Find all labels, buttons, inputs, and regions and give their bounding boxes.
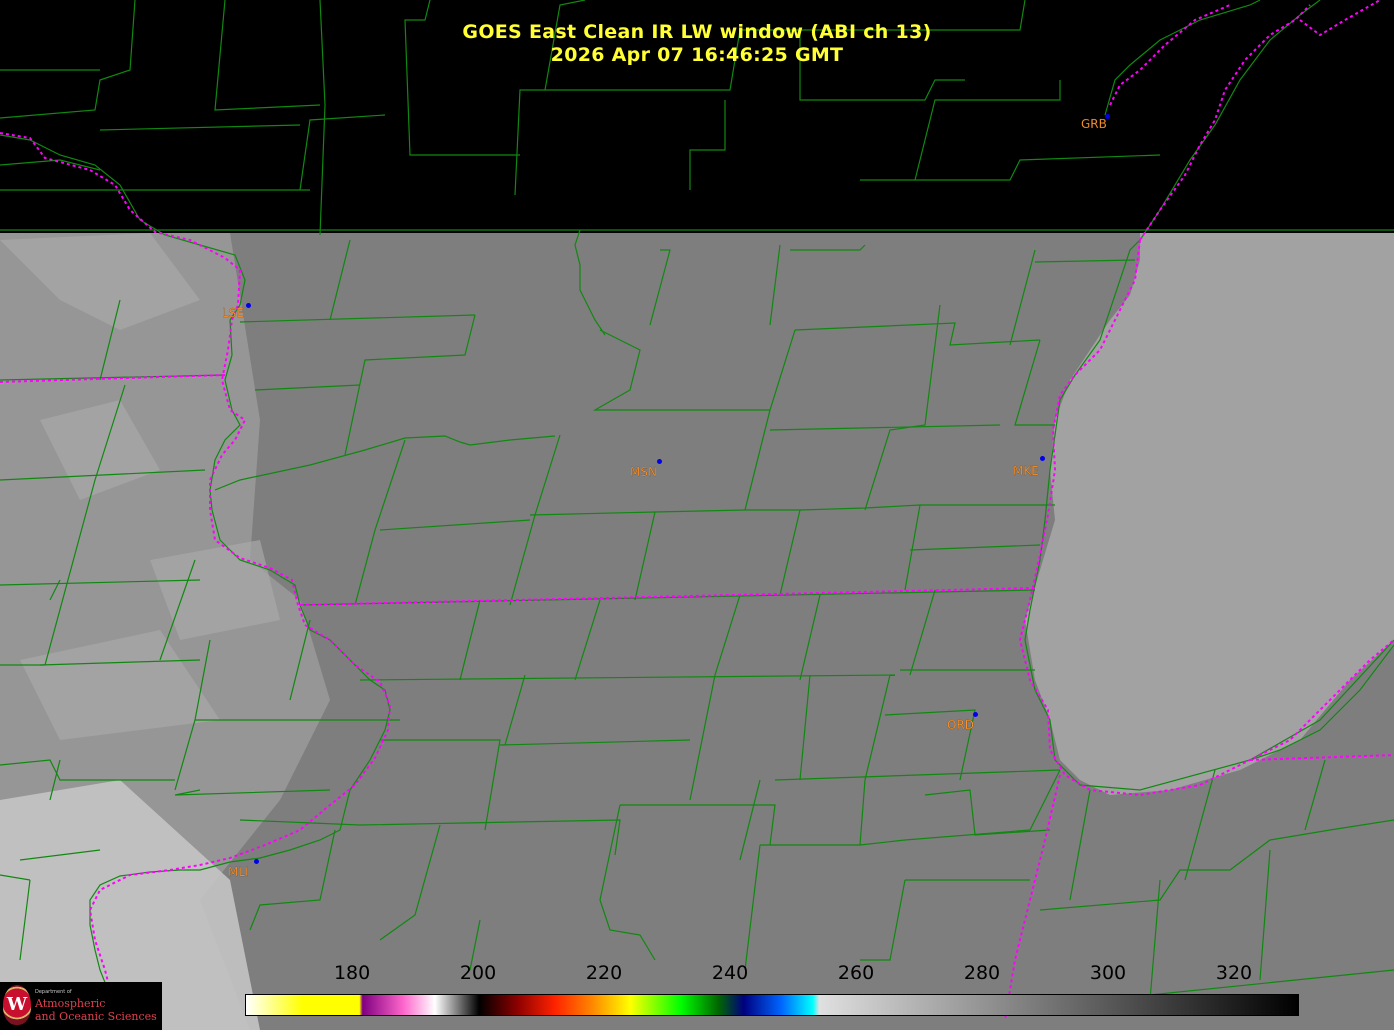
satellite-map [0, 0, 1394, 1030]
colorbar-tick-300: 300 [1089, 962, 1127, 984]
station-label-mli: MLI [228, 865, 249, 879]
logo-line-2: and Oceanic Sciences [35, 1010, 157, 1023]
colorbar-tick-180: 180 [333, 962, 371, 984]
station-label-msn: MSN [630, 465, 657, 479]
colorbar-tick-260: 260 [837, 962, 875, 984]
station-dot-mli [254, 859, 259, 864]
station-label-lse: LSE [222, 306, 244, 320]
station-dot-msn [657, 459, 662, 464]
logo-dept: Department of [35, 989, 72, 995]
colorbar-tick-320: 320 [1215, 962, 1253, 984]
aos-logo: W Department of Atmospheric and Oceanic … [0, 982, 162, 1030]
colorbar-tick-280: 280 [963, 962, 1001, 984]
uw-seal-icon: W [3, 985, 31, 1025]
station-dot-mke [1040, 456, 1045, 461]
title-line-2: 2026 Apr 07 16:46:25 GMT [550, 44, 844, 66]
colorbar-tick-240: 240 [711, 962, 749, 984]
colorbar-tick-200: 200 [459, 962, 497, 984]
colorbar-tick-220: 220 [585, 962, 623, 984]
colorbar [245, 994, 1299, 1016]
station-label-grb: GRB [1081, 117, 1107, 131]
logo-line-1: Atmospheric [35, 997, 106, 1010]
station-label-mke: MKE [1013, 464, 1039, 478]
station-dot-lse [246, 303, 251, 308]
station-label-ord: ORD [947, 718, 975, 732]
station-dot-ord [973, 712, 978, 717]
title-line-1: GOES East Clean IR LW window (ABI ch 13) [462, 21, 932, 43]
